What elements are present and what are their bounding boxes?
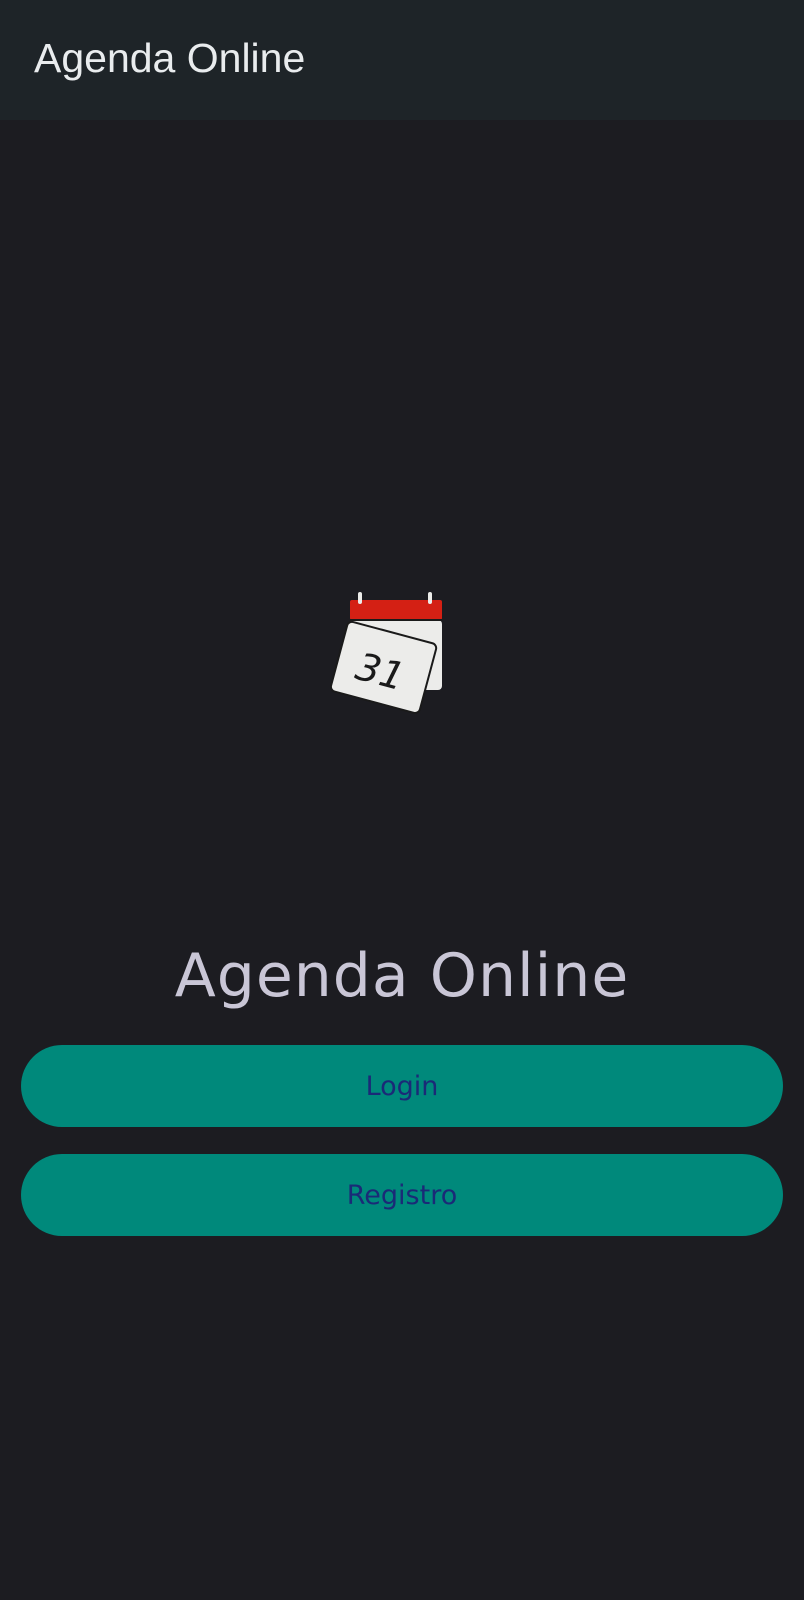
app-bar: Agenda Online — [0, 0, 804, 120]
app-bar-title: Agenda Online — [34, 35, 306, 81]
register-button-label: Registro — [346, 1179, 458, 1211]
calendar-icon: 31 — [324, 586, 448, 722]
register-button[interactable]: Registro — [21, 1154, 783, 1236]
hero-title: Agenda Online — [174, 941, 630, 1011]
login-button-label: Login — [365, 1070, 439, 1102]
login-button[interactable]: Login — [21, 1045, 783, 1127]
